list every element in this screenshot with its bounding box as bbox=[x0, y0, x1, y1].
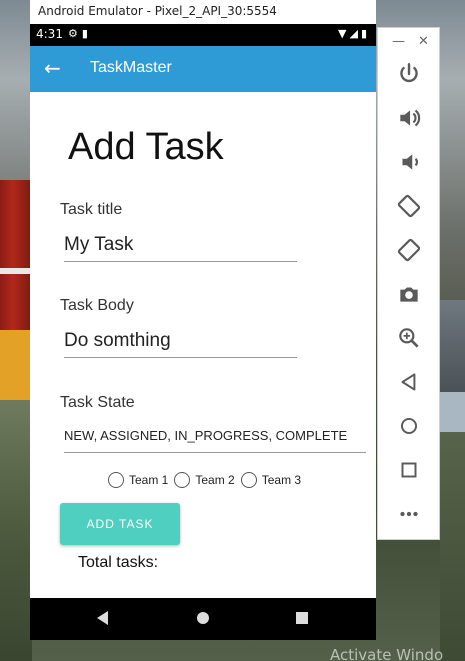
task-body-input[interactable] bbox=[64, 324, 297, 358]
status-notification-icons: ⚙▮ bbox=[68, 27, 92, 40]
volume-up-icon[interactable] bbox=[396, 105, 422, 131]
rotate-left-icon[interactable] bbox=[396, 193, 422, 219]
power-icon[interactable] bbox=[396, 61, 422, 87]
minimize-icon[interactable]: — bbox=[392, 34, 405, 49]
nav-overview-icon[interactable] bbox=[292, 608, 312, 628]
radio-unchecked-icon[interactable] bbox=[240, 472, 257, 488]
total-tasks-label: Total tasks: bbox=[78, 554, 159, 571]
toolbar-window-controls: — ✕ bbox=[378, 34, 441, 50]
page-title: Add Task bbox=[68, 126, 224, 168]
desktop-water bbox=[440, 392, 465, 432]
desktop-mountain bbox=[440, 300, 465, 392]
task-body-label: Task Body bbox=[60, 297, 134, 314]
back-arrow-icon[interactable]: ← bbox=[44, 56, 61, 80]
rotate-right-icon[interactable] bbox=[396, 237, 422, 263]
android-nav-bar bbox=[30, 598, 376, 640]
battery-icon: ▮ bbox=[360, 27, 370, 40]
team-1-label: Team 1 bbox=[129, 473, 169, 487]
status-system-icons: ▼◢▮ bbox=[338, 27, 370, 40]
sd-card-icon: ▮ bbox=[81, 27, 92, 40]
add-task-form: Add Task Task title Task Body Task State… bbox=[30, 92, 376, 598]
add-task-button[interactable]: ADD TASK bbox=[60, 503, 180, 545]
zoom-icon[interactable] bbox=[396, 325, 422, 351]
wifi-icon: ▼ bbox=[338, 27, 350, 40]
task-state-label: Task State bbox=[60, 394, 135, 411]
gear-icon: ⚙ bbox=[68, 27, 82, 40]
app-title: TaskMaster bbox=[90, 59, 172, 76]
overview-icon[interactable] bbox=[396, 457, 422, 483]
desktop-barn-trim bbox=[0, 268, 32, 274]
team-radio-group: Team 1 Team 2 Team 3 bbox=[108, 470, 307, 490]
nav-back-icon[interactable] bbox=[94, 608, 114, 628]
close-icon[interactable]: ✕ bbox=[418, 34, 429, 49]
task-title-input[interactable] bbox=[64, 228, 297, 262]
emulator-toolbar: — ✕ bbox=[377, 27, 440, 540]
nav-home-icon[interactable] bbox=[193, 608, 213, 628]
volume-down-icon[interactable] bbox=[396, 149, 422, 175]
status-bar: 4:31 ⚙▮ ▼◢▮ bbox=[30, 24, 376, 46]
team-2-label: Team 2 bbox=[195, 473, 235, 487]
desktop-rocks bbox=[0, 400, 32, 661]
team-3-label: Team 3 bbox=[261, 473, 302, 487]
desktop-shore bbox=[440, 432, 465, 661]
signal-icon: ◢ bbox=[349, 27, 361, 40]
desktop-barn-door bbox=[0, 330, 32, 400]
back-icon[interactable] bbox=[396, 369, 422, 395]
team-1-radio[interactable]: Team 1 bbox=[108, 472, 168, 488]
windows-activation-watermark: Activate Windo bbox=[330, 646, 444, 661]
emulator-window: Android Emulator - Pixel_2_API_30:5554 4… bbox=[30, 0, 376, 640]
team-2-radio[interactable]: Team 2 bbox=[174, 472, 235, 488]
window-title[interactable]: Android Emulator - Pixel_2_API_30:5554 bbox=[30, 0, 376, 24]
radio-unchecked-icon[interactable] bbox=[108, 472, 124, 488]
task-state-input[interactable] bbox=[64, 419, 366, 453]
more-icon[interactable] bbox=[396, 501, 422, 527]
app-bar: ← TaskMaster bbox=[30, 46, 376, 92]
status-time: 4:31 bbox=[36, 27, 63, 41]
radio-unchecked-icon[interactable] bbox=[174, 472, 191, 488]
home-icon[interactable] bbox=[396, 413, 422, 439]
camera-icon[interactable] bbox=[396, 281, 422, 307]
task-title-label: Task title bbox=[60, 201, 123, 218]
team-3-radio[interactable]: Team 3 bbox=[240, 472, 302, 488]
